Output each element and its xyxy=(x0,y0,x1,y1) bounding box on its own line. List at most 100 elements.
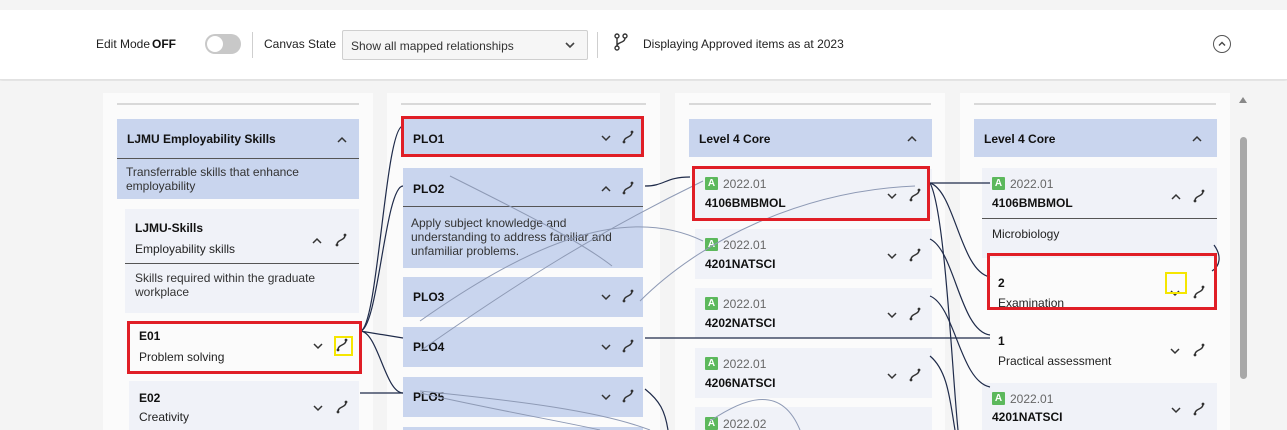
card-module-4106bmbmol[interactable]: A 2022.01 4106BMBMOL Microbiology xyxy=(982,168,1217,258)
approved-badge: A xyxy=(992,392,1005,405)
link-curve-icon[interactable] xyxy=(908,307,922,321)
module-version: 2022.01 xyxy=(723,297,767,311)
module-code: 4106BMBMOL xyxy=(992,196,1073,210)
card-title: PLO3 xyxy=(413,290,445,304)
chevron-up-icon[interactable] xyxy=(310,234,324,248)
module-code: 4201NATSCI xyxy=(705,257,776,271)
chevron-down-icon[interactable] xyxy=(599,290,613,304)
canvas-state-select[interactable]: Show all mapped relationships xyxy=(342,30,588,60)
link-curve-icon[interactable] xyxy=(908,368,922,382)
highlight-plo1 xyxy=(401,116,644,157)
card-title: LJMU-Skills xyxy=(135,221,204,235)
edit-mode-label: Edit Mode xyxy=(96,37,151,51)
link-curve-icon[interactable] xyxy=(621,181,635,195)
card-module-4201natsci[interactable]: A 2022.01 4201NATSCI xyxy=(982,383,1217,430)
card-level4-core[interactable]: Level 4 Core xyxy=(689,119,932,157)
toggle-knob xyxy=(207,36,223,52)
chevron-down-icon[interactable] xyxy=(599,390,613,404)
column-employability-skills: LJMU Employability Skills Transferrable … xyxy=(103,93,373,430)
chevron-up-icon xyxy=(1218,41,1226,46)
collapse-toolbar-button[interactable] xyxy=(1213,35,1231,53)
chevron-down-icon[interactable] xyxy=(1168,344,1182,358)
divider xyxy=(597,32,598,58)
card-divider xyxy=(403,206,643,207)
chevron-down-icon xyxy=(565,42,575,49)
card-divider xyxy=(125,263,359,264)
module-code: 4201NATSCI xyxy=(992,410,1063,424)
card-description: Skills required within the graduate work… xyxy=(135,271,316,299)
link-curve-icon[interactable] xyxy=(335,400,349,414)
chevron-down-icon[interactable] xyxy=(311,401,325,415)
highlight-e01-link xyxy=(334,336,353,356)
card-title: Level 4 Core xyxy=(984,132,1056,146)
card-title: PLO4 xyxy=(413,340,445,354)
module-version: 2022.01 xyxy=(723,357,767,371)
module-version: 2022.01 xyxy=(1010,392,1054,406)
card-module-4202natsci[interactable]: A 2022.01 4202NATSCI xyxy=(695,288,932,338)
link-curve-icon[interactable] xyxy=(334,233,348,247)
edit-mode-toggle[interactable] xyxy=(205,34,241,54)
chevron-down-icon[interactable] xyxy=(885,249,899,263)
card-level4-core[interactable]: Level 4 Core xyxy=(974,119,1217,157)
column-top-line xyxy=(117,103,359,105)
card-module-partial[interactable]: A 2022.02 xyxy=(695,407,932,430)
scroll-up-arrow-icon[interactable] xyxy=(1239,97,1247,103)
link-curve-icon[interactable] xyxy=(1192,343,1206,357)
card-divider xyxy=(982,218,1217,219)
card-description: Apply subject knowledge and understandin… xyxy=(411,216,612,258)
column-level4-core-modules: Level 4 Core A 2022.01 4106BMBMOL A 2022… xyxy=(675,93,945,430)
chevron-down-icon[interactable] xyxy=(885,369,899,383)
module-code: 4202NATSCI xyxy=(705,316,776,330)
canvas-state-value: Show all mapped relationships xyxy=(351,39,514,53)
link-curve-icon[interactable] xyxy=(621,389,635,403)
module-description: Microbiology xyxy=(992,227,1060,241)
card-e02[interactable]: E02 Creativity xyxy=(129,381,359,430)
card-ljmu-skills[interactable]: LJMU-Skills Employability skills Skills … xyxy=(125,209,359,313)
card-plo2[interactable]: PLO2 Apply subject knowledge and underst… xyxy=(403,168,643,268)
chevron-down-icon[interactable] xyxy=(1169,403,1183,417)
assessment-name: Practical assessment xyxy=(998,354,1112,368)
card-title: LJMU Employability Skills xyxy=(127,132,276,146)
approved-badge: A xyxy=(705,417,718,430)
card-subtitle: Creativity xyxy=(139,410,190,424)
card-subtitle: Employability skills xyxy=(135,242,236,256)
approved-badge: A xyxy=(705,297,718,310)
chevron-down-icon[interactable] xyxy=(885,308,899,322)
module-code: 4206NATSCI xyxy=(705,376,776,390)
chevron-up-icon[interactable] xyxy=(1169,190,1183,204)
card-description: Transferrable skills that enhance employ… xyxy=(126,165,299,193)
approved-badge: A xyxy=(705,357,718,370)
link-curve-icon[interactable] xyxy=(1192,402,1206,416)
chevron-up-icon[interactable] xyxy=(905,132,919,146)
chevron-up-icon[interactable] xyxy=(599,182,613,196)
card-plo4[interactable]: PLO4 xyxy=(403,327,643,367)
link-curve-icon[interactable] xyxy=(621,339,635,353)
column-top-line xyxy=(401,103,646,105)
scrollbar-thumb[interactable] xyxy=(1240,137,1247,379)
card-plo5[interactable]: PLO5 xyxy=(403,377,643,417)
chevron-up-icon[interactable] xyxy=(335,133,349,147)
card-module-4201natsci[interactable]: A 2022.01 4201NATSCI xyxy=(695,229,932,279)
canvas-state-label: Canvas State xyxy=(264,37,337,51)
link-curve-icon[interactable] xyxy=(1192,189,1206,203)
card-plo3[interactable]: PLO3 xyxy=(403,277,643,317)
card-ljmu-employability-skills[interactable]: LJMU Employability Skills xyxy=(117,119,359,159)
highlight-examination-chevron xyxy=(1165,272,1187,294)
chevron-down-icon[interactable] xyxy=(599,340,613,354)
edit-mode-state: OFF xyxy=(152,37,176,51)
canvas-scrollbar[interactable] xyxy=(1236,93,1250,430)
card-assessment-practical[interactable]: 1 Practical assessment xyxy=(990,325,1217,373)
module-version: 2022.01 xyxy=(1010,177,1054,191)
card-title: E02 xyxy=(139,391,161,405)
card-module-4206natsci[interactable]: A 2022.01 4206NATSCI xyxy=(695,348,932,398)
module-version: 2022.02 xyxy=(723,417,767,430)
display-status-text: Displaying Approved items as at 2023 xyxy=(643,37,844,51)
card-description-area: Transferrable skills that enhance employ… xyxy=(117,159,359,199)
assessment-number: 1 xyxy=(998,334,1005,348)
highlight-e01 xyxy=(127,321,362,374)
chevron-up-icon[interactable] xyxy=(1190,132,1204,146)
link-curve-icon[interactable] xyxy=(908,248,922,262)
card-title: Level 4 Core xyxy=(699,132,771,146)
link-curve-icon[interactable] xyxy=(621,289,635,303)
mapping-canvas: LJMU Employability Skills Transferrable … xyxy=(0,81,1287,430)
